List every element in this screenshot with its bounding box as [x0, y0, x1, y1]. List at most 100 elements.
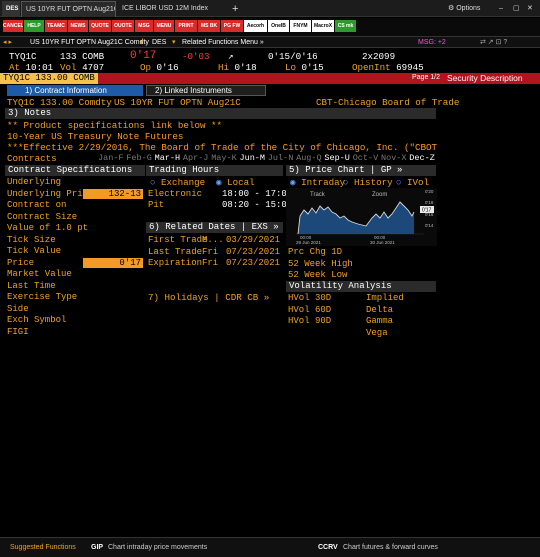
contract-months: Jan-F Feb-G Mar-H Apr-J May-K Jun-M Jul-N Aug-Q… — [98, 153, 438, 164]
related-functions-menu[interactable]: Related Functions Menu » — [182, 37, 264, 48]
tab-security[interactable]: US 10YR FUT OPTN Aug21C — [21, 1, 116, 17]
spec-label: FIGI — [7, 326, 29, 337]
function-key-macrox[interactable]: MacroX — [312, 20, 334, 32]
contracts-label: Contracts — [7, 153, 57, 164]
status-bar: Suggested Functions GIP Chart intraday p… — [0, 537, 540, 557]
toolbar-icons[interactable]: ⇄ ↗ ⊡ ? — [480, 37, 507, 48]
contract-month: Nov-X — [381, 153, 407, 163]
spec-label: Underlying Price — [7, 188, 94, 199]
suggested-function-gip-desc: Chart intraday price movements — [108, 544, 208, 551]
intraday-radio[interactable]: ◉ Intraday — [290, 177, 345, 188]
quote-line-1: TYQ1C — [9, 51, 37, 62]
chevron-down-icon[interactable]: ▾ — [172, 37, 176, 48]
function-key-quote[interactable]: QUOTE — [89, 20, 111, 32]
spec-label: Market Value — [7, 269, 72, 279]
contract-month: May-K — [211, 153, 237, 163]
holidays-link[interactable]: 7) Holidays | CDR CB » — [148, 292, 269, 303]
volatility-header: Volatility Analysis — [286, 281, 436, 292]
contract-month: Feb-G — [126, 153, 152, 163]
suggested-function-gip[interactable]: GIP — [91, 538, 103, 557]
hvol-label: HVol 60D — [288, 304, 332, 315]
maximize-icon[interactable]: ▢ — [509, 1, 521, 17]
msg-indicator[interactable]: MSG: +2 — [418, 37, 446, 48]
tab-libor[interactable]: ICE LIBOR USD 12M Index — [118, 1, 223, 17]
page-indicator: Page 1/2 — [412, 74, 441, 81]
spec-label: Tick Size — [7, 234, 56, 245]
related-date-label: First Trade — [148, 235, 208, 245]
terminal-window: DES US 10YR FUT OPTN Aug21C ICE LIBOR US… — [0, 0, 540, 557]
last-price-tag-text: 0'17 — [422, 208, 432, 214]
quote-bid-ask: 0'15/0'16 — [268, 51, 318, 62]
function-key-ouote[interactable]: OUOTE — [112, 20, 134, 32]
tab-contract-information[interactable]: 1) Contract Information — [7, 85, 143, 96]
function-key-ms-bk[interactable]: MS BK — [198, 20, 220, 32]
function-key-fnym[interactable]: FNYM — [290, 20, 311, 32]
related-date-label: Last Trade — [148, 246, 203, 257]
spec-label: Exercise Type — [7, 292, 78, 302]
function-key-cs-mk[interactable]: CS mk — [335, 20, 356, 32]
dropdown-icon[interactable]: ◂ ▸ — [3, 37, 12, 48]
price-chart[interactable]: Track Zoom 0'20 0'18 0'16 0'14 0'17 00:0… — [286, 188, 437, 246]
related-date-day: Fri — [202, 258, 219, 268]
y-tick-label: 0'20 — [425, 189, 434, 194]
function-key-teamc[interactable]: TEAMC — [45, 20, 67, 32]
stat-label: Prc Chg 1D — [288, 247, 343, 257]
function-key-cancel[interactable]: CANCEL — [3, 20, 23, 32]
quote-line-2: At 10:01 — [9, 62, 54, 73]
related-date-label: Expiration — [148, 258, 203, 268]
local-radio[interactable]: ◉ Local — [216, 177, 255, 188]
tab-linked-instruments[interactable]: 2) Linked Instruments — [146, 85, 266, 96]
spec-label: Contract on — [7, 200, 67, 210]
function-key-news[interactable]: NEWS — [68, 20, 88, 32]
function-field[interactable]: DES — [152, 37, 166, 48]
hvol-label: HVol 90D — [288, 316, 332, 326]
options-menu[interactable]: ⚙ Options — [444, 1, 494, 17]
new-tab-icon[interactable]: + — [228, 1, 242, 17]
function-key-pg-fw[interactable]: PG FW — [221, 20, 243, 32]
close-icon[interactable]: ✕ — [523, 1, 537, 17]
y-tick-label: 0'18 — [425, 200, 434, 205]
related-dates-header[interactable]: 6) Related Dates | EXS » — [146, 222, 283, 233]
ivol-radio[interactable]: ○ IVol — [396, 177, 429, 188]
suggested-functions-label[interactable]: Suggested Functions — [10, 538, 76, 557]
security-field[interactable]: US 10YR FUT OPTN Aug21C Comdty — [30, 37, 149, 48]
suggested-function-ccrv[interactable]: CCRV — [318, 538, 338, 557]
minimize-icon[interactable]: – — [495, 1, 507, 17]
suggested-function-ccrv-desc: Chart futures & forward curves — [343, 544, 438, 551]
quote-size: 2x2099 — [362, 51, 396, 62]
electronic-label: Electronic — [148, 189, 203, 199]
contract-month: Oct-V — [352, 153, 379, 163]
header-title: TYQ1C 133.00 COMB — [0, 73, 98, 84]
contract-month: Apr-J — [182, 153, 209, 163]
quote-strike: 133 COMB — [60, 51, 105, 62]
spec-value[interactable]: 132-13 — [83, 188, 143, 199]
gear-icon: ⚙ — [448, 5, 457, 12]
function-key-oneib[interactable]: OneIB — [268, 20, 289, 32]
price-chart-header[interactable]: 5) Price Chart | GP » — [286, 165, 436, 176]
function-key-bar: CANCEL HELP TEAMC NEWS QUOTE OUOTE MSG MENU PRIN… — [0, 18, 540, 36]
function-key-msg[interactable]: MSG — [135, 20, 153, 32]
quote-ticker: TYQ1C — [9, 51, 37, 62]
exchange-radio[interactable]: ○ Exchange — [150, 177, 205, 188]
notes-header[interactable]: 3) Notes — [5, 108, 436, 119]
zoom-label[interactable]: Zoom — [372, 192, 387, 198]
x-tick-label: 30 Jun 2021 — [370, 240, 395, 245]
contract-specs-header: Contract Specifications — [5, 165, 145, 176]
quote-arrow: ↗ — [228, 51, 234, 62]
function-key-aecorh[interactable]: Aecorh — [244, 20, 267, 32]
chevron-down-icon[interactable]: ▾ — [140, 37, 144, 48]
function-key-menu[interactable]: MENU — [154, 20, 174, 32]
function-key-print[interactable]: PRINT — [175, 20, 197, 32]
history-radio[interactable]: ○ History — [343, 177, 393, 188]
notes-line-1: ** Product specifications link below ** — [7, 120, 223, 131]
x-tick-label: 29 Jun 2021 — [296, 240, 321, 245]
contract-month: Jul-N — [267, 153, 294, 163]
track-label[interactable]: Track — [310, 192, 326, 198]
function-key-help[interactable]: HELP — [24, 20, 44, 32]
contract-month: Dec-Z — [409, 153, 435, 163]
spec-value[interactable]: 0'17 — [83, 257, 143, 268]
contract-month: Sep-U — [324, 153, 350, 163]
quote-last: 0'17 — [130, 50, 157, 62]
command-bar: ◂ ▸ US 10YR FUT OPTN Aug21C Comdty ▾ DES… — [0, 36, 540, 48]
related-date-day: Fri — [202, 246, 219, 257]
